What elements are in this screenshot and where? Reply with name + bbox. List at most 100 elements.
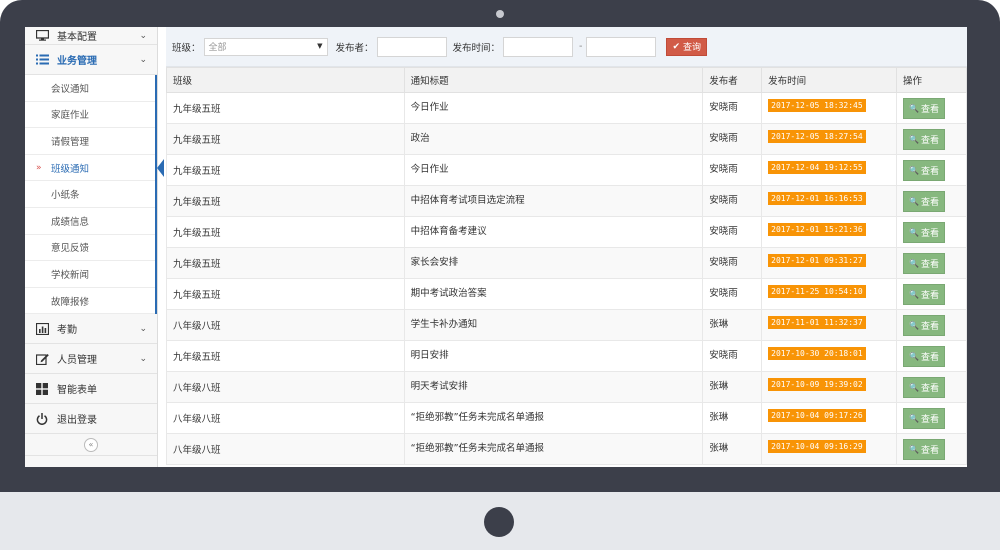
view-button[interactable]: 🔍 查看 [903, 438, 945, 460]
cell-time: 2017-12-05 18:32:45 [761, 92, 898, 124]
cell-publisher: 安晓雨 [702, 278, 763, 310]
view-button[interactable]: 🔍 查看 [903, 97, 945, 119]
sidebar-subitem-repair[interactable]: 故障报修 [25, 288, 155, 315]
time-badge: 2017-12-04 19:12:55 [768, 161, 866, 174]
cell-class: 九年级五班 [166, 247, 405, 279]
filter-bar: 班级： 全部 ▼ 发布者： 发布时间： - ✔ 查询 [166, 27, 967, 67]
cell-class: 九年级五班 [166, 185, 405, 217]
table-row: 八年级八班 学生卡补办通知 张琳 2017-11-01 11:32:37 🔍 查看 [166, 309, 967, 341]
view-button[interactable]: 🔍 查看 [903, 376, 945, 398]
double-chevron-right-icon: » [36, 162, 42, 173]
cell-publisher: 安晓雨 [702, 340, 763, 372]
sidebar-subitem-scores[interactable]: 成绩信息 [25, 208, 155, 235]
sidebar-item-label: 考勤 [57, 325, 77, 337]
sidebar-subitem-homework[interactable]: 家庭作业 [25, 102, 155, 129]
cell-action: 🔍 查看 [896, 154, 967, 186]
class-select[interactable]: 全部 ▼ [203, 37, 328, 56]
column-header-title[interactable]: 通知标题 [403, 67, 704, 93]
view-button[interactable]: 🔍 查看 [903, 221, 945, 243]
sidebar-item-basic-config[interactable]: 基本配置 ⌄ [25, 27, 157, 45]
check-icon: ✔ [672, 41, 681, 52]
cell-title: 今日作业 [403, 154, 704, 186]
sidebar-subitem-class-notice[interactable]: » 班级通知 [25, 155, 164, 182]
view-button-label: 查看 [920, 104, 939, 115]
view-button[interactable]: 🔍 查看 [903, 314, 945, 336]
view-button-label: 查看 [920, 383, 939, 394]
table-row: 八年级八班 明天考试安排 张琳 2017-10-09 19:39:02 🔍 查看 [166, 371, 967, 403]
cell-publisher: 张琳 [702, 402, 763, 434]
cell-title: 明天考试安排 [403, 371, 704, 403]
sidebar-subitem-leave[interactable]: 请假管理 [25, 128, 155, 155]
view-button-label: 查看 [920, 197, 939, 208]
zoom-icon: 🔍 [909, 103, 919, 113]
cell-time: 2017-12-05 18:27:54 [761, 123, 898, 155]
sidebar-item-attendance[interactable]: 考勤 ⌄ [25, 314, 157, 345]
cell-class: 九年级五班 [166, 340, 405, 372]
cell-publisher: 张琳 [702, 371, 763, 403]
cell-title: 政治 [403, 123, 704, 155]
column-header-time[interactable]: 发布时间 [761, 67, 898, 93]
view-button[interactable]: 🔍 查看 [903, 190, 945, 212]
subitem-label: 意见反馈 [51, 243, 90, 255]
grid-icon [35, 382, 49, 395]
sidebar-item-business[interactable]: 业务管理 ⌄ [25, 45, 157, 75]
publisher-input[interactable] [376, 36, 447, 57]
list-icon [35, 54, 49, 66]
cell-publisher: 安晓雨 [702, 123, 763, 155]
cell-action: 🔍 查看 [896, 402, 967, 434]
cell-publisher: 安晓雨 [702, 247, 763, 279]
cell-time: 2017-12-01 09:31:27 [761, 247, 898, 279]
sidebar-subitem-meeting[interactable]: 会议通知 [25, 75, 155, 102]
zoom-icon: 🔍 [909, 196, 919, 206]
sidebar-subitem-news[interactable]: 学校新闻 [25, 261, 155, 288]
cell-title: “拒绝邪教”任务未完成名单通报 [403, 433, 704, 465]
table-row: 九年级五班 今日作业 安晓雨 2017-12-05 18:32:45 🔍 查看 [166, 92, 967, 124]
sidebar-item-label: 业务管理 [57, 56, 97, 67]
view-button[interactable]: 🔍 查看 [903, 128, 945, 150]
cell-title: 今日作业 [403, 92, 704, 124]
main-content: 班级： 全部 ▼ 发布者： 发布时间： - ✔ 查询 班级 通知标题 发布者 发… [166, 27, 967, 467]
cell-time: 2017-10-04 09:16:29 [761, 433, 898, 465]
column-header-class[interactable]: 班级 [166, 67, 405, 93]
subitem-label: 会议通知 [51, 83, 90, 95]
sidebar-item-smart-form[interactable]: 智能表单 [25, 374, 157, 405]
view-button[interactable]: 🔍 查看 [903, 283, 945, 305]
cell-publisher: 张琳 [702, 433, 763, 465]
zoom-icon: 🔍 [909, 444, 919, 454]
query-button[interactable]: ✔ 查询 [666, 37, 708, 56]
view-button-label: 查看 [920, 290, 939, 301]
column-header-publisher[interactable]: 发布者 [702, 67, 763, 93]
chevron-down-icon: ⌄ [139, 54, 147, 65]
sidebar-collapse-row: « [25, 434, 157, 457]
cell-time: 2017-12-01 16:16:53 [761, 185, 898, 217]
view-button[interactable]: 🔍 查看 [903, 407, 945, 429]
view-button[interactable]: 🔍 查看 [903, 159, 945, 181]
sidebar-item-logout[interactable]: 退出登录 [25, 404, 157, 435]
end-date-input[interactable] [586, 36, 657, 57]
chevron-down-icon: ⌄ [139, 30, 147, 41]
zoom-icon: 🔍 [909, 258, 919, 268]
cell-time: 2017-11-01 11:32:37 [761, 309, 898, 341]
cell-time: 2017-10-04 09:17:26 [761, 402, 898, 434]
sidebar-item-personnel[interactable]: 人员管理 ⌄ [25, 344, 157, 375]
table-row: 九年级五班 政治 安晓雨 2017-12-05 18:27:54 🔍 查看 [166, 123, 967, 155]
view-button[interactable]: 🔍 查看 [903, 345, 945, 367]
cell-class: 九年级五班 [166, 278, 405, 310]
zoom-icon: 🔍 [909, 351, 919, 361]
time-badge: 2017-10-04 09:16:29 [768, 440, 866, 453]
caret-down-icon: ▼ [317, 41, 323, 50]
cell-publisher: 张琳 [702, 309, 763, 341]
cell-time: 2017-10-30 20:18:01 [761, 340, 898, 372]
power-icon [35, 412, 49, 425]
sidebar-subitem-note[interactable]: 小纸条 [25, 181, 155, 208]
time-badge: 2017-12-01 15:21:36 [768, 223, 866, 236]
view-button[interactable]: 🔍 查看 [903, 252, 945, 274]
sidebar-subitem-feedback[interactable]: 意见反馈 [25, 235, 155, 262]
chevron-down-icon: ⌄ [139, 323, 147, 334]
publisher-label: 发布者： [335, 42, 374, 54]
collapse-sidebar-button[interactable]: « [84, 437, 98, 452]
start-date-input[interactable] [503, 36, 574, 57]
edit-icon [35, 353, 49, 365]
cell-publisher: 安晓雨 [702, 154, 763, 186]
time-badge: 2017-12-05 18:32:45 [768, 99, 866, 112]
